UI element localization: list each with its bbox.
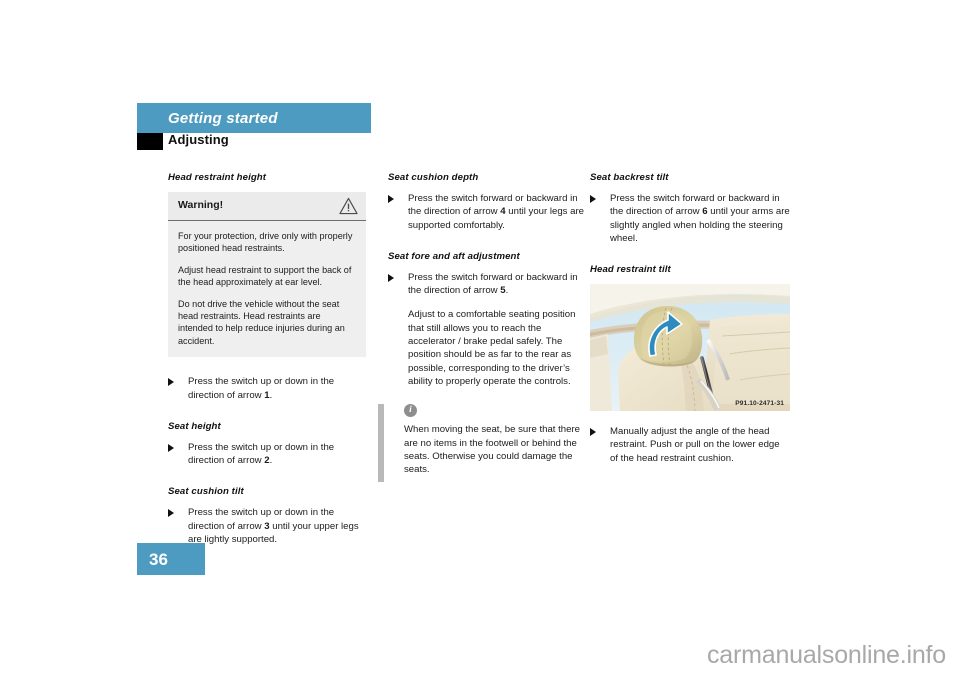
- warning-panel-header: Warning!: [168, 192, 366, 221]
- list-item-text-tail: .: [269, 455, 273, 467]
- head-restraint-tilt-illustration: P91.10-2471-31: [590, 284, 790, 412]
- list-item-text-tail: .: [505, 285, 509, 297]
- warning-panel: Warning! For your protection, drive only…: [168, 192, 366, 358]
- list-item: Press the switch forward or backward in …: [388, 192, 586, 232]
- list-item: Press the switch forward or backward in …: [590, 192, 790, 245]
- bullet-triangle-icon: [168, 509, 174, 518]
- manual-page: Getting started Adjusting Head restraint…: [0, 0, 960, 678]
- bullet-triangle-icon: [168, 443, 174, 452]
- warning-panel-body: For your protection, drive only with pro…: [168, 221, 366, 357]
- heading-seat-cushion-depth: Seat cushion depth: [388, 172, 479, 183]
- list-item: Press the switch up or down in the direc…: [168, 441, 366, 468]
- warning-paragraph-1: For your protection, drive only with pro…: [178, 231, 353, 254]
- list-item-text: Press the switch up or down in the direc…: [188, 376, 335, 401]
- list-item-text: Manually adjust the angle of the head re…: [610, 426, 780, 464]
- heading-head-restraint-tilt: Head restraint tilt: [590, 264, 671, 276]
- list-item: Press the switch up or down in the direc…: [168, 375, 366, 402]
- section-marker: [137, 133, 163, 150]
- bullet-triangle-icon: [590, 428, 596, 437]
- warning-paragraph-2: Adjust head restraint to support the bac…: [178, 264, 352, 288]
- page-number-box: 36: [137, 543, 205, 575]
- bullet-triangle-icon: [388, 195, 394, 203]
- bullet-triangle-icon: [168, 378, 174, 387]
- info-note-text: When moving the seat, be sure that there…: [404, 424, 580, 476]
- list-item: Manually adjust the angle of the head re…: [590, 425, 790, 465]
- warning-label: Warning!: [178, 199, 224, 211]
- list-item: Press the switch forward or backward in …: [388, 271, 586, 298]
- note-side-rule: [378, 404, 384, 483]
- info-icon: i: [404, 404, 417, 418]
- heading-seat-backrest-tilt: Seat backrest tilt: [590, 172, 669, 183]
- list-item-text: Press the switch forward or backward in …: [408, 271, 578, 297]
- middle-column: Seat cushion depth Press the switch forw…: [378, 172, 586, 483]
- heading-head-restraint-height: Head restraint height: [168, 172, 267, 183]
- list-item-text: Press the switch up or down in the direc…: [188, 441, 335, 467]
- page-number: 36: [149, 550, 168, 569]
- info-note: i When moving the seat, be sure that the…: [378, 404, 586, 483]
- warning-paragraph-3: Do not drive the vehicle without the sea…: [178, 298, 345, 346]
- right-column: Seat backrest tilt Press the switch forw…: [590, 172, 790, 469]
- watermark: carmanualsonline.info: [706, 641, 946, 669]
- figure-caption: P91.10-2471-31: [735, 400, 784, 408]
- left-column: Head restraint height Warning! For your …: [168, 172, 366, 550]
- list-item: Press the switch up or down in the direc…: [168, 506, 366, 546]
- heading-seat-cushion-tilt: Seat cushion tilt: [168, 486, 244, 498]
- section-title: Adjusting: [168, 132, 229, 147]
- chapter-header-bar: Getting started: [137, 103, 371, 133]
- chapter-title: Getting started: [168, 110, 278, 127]
- list-item-text-tail: .: [269, 389, 273, 401]
- warning-triangle-icon: [339, 197, 358, 215]
- bullet-triangle-icon: [590, 195, 596, 203]
- bullet-triangle-icon: [388, 273, 394, 282]
- heading-seat-fore-and-aft-adjustment: Seat fore and aft adjustment: [388, 250, 520, 262]
- seat-position-paragraph: Adjust to a comfortable seating position…: [408, 309, 576, 387]
- heading-seat-height: Seat height: [168, 420, 221, 432]
